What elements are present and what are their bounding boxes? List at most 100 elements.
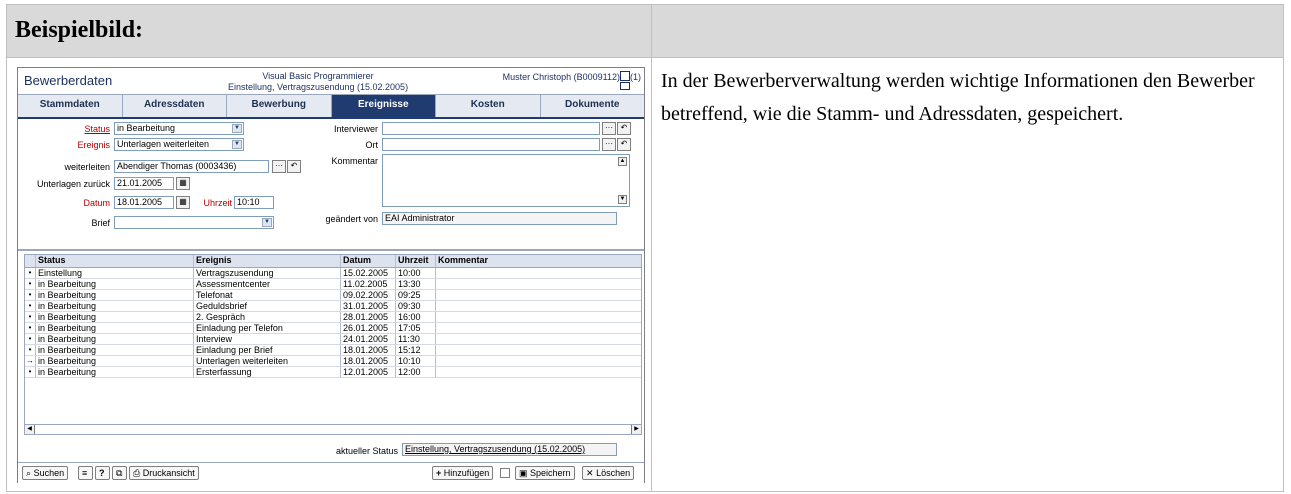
tab-adressdaten[interactable]: Adressdaten <box>123 95 227 117</box>
column-header[interactable]: Ereignis <box>194 255 341 267</box>
copy-button[interactable]: ⧉ <box>112 466 127 480</box>
ort-label: Ort <box>365 140 379 150</box>
column-header[interactable]: Datum <box>341 255 396 267</box>
table-row[interactable]: • in Bearbeitung Ersterfassung 12.01.2005 12… <box>25 367 641 378</box>
table-row[interactable]: • in Bearbeitung Einladung per Telefon 26.0… <box>25 323 641 334</box>
table-row[interactable]: • in Bearbeitung Geduldsbrief 31.01.2005 09:… <box>25 301 641 312</box>
column-divider <box>651 58 652 492</box>
tab-ereignisse[interactable]: Ereignisse <box>331 95 436 117</box>
tab-kosten[interactable]: Kosten <box>436 95 541 117</box>
x-icon: ✕ <box>586 468 594 478</box>
table-row[interactable]: • in Bearbeitung Assessmentcenter 11.02.200… <box>25 279 641 290</box>
datum-label: Datum <box>83 198 110 208</box>
horizontal-scrollbar[interactable]: ◀ ▶ <box>24 424 642 435</box>
table-row[interactable]: → in Bearbeitung Unterlagen weiterleiten 18… <box>25 356 641 367</box>
kommentar-cell <box>436 356 641 366</box>
window-icon[interactable] <box>620 82 630 90</box>
undo-icon[interactable]: ↶ <box>617 122 631 135</box>
add-button[interactable]: + Hinzufügen <box>432 466 494 480</box>
unterlagen-field[interactable]: 21.01.2005 <box>114 177 174 190</box>
app-title-bar: Bewerberdaten Visual Basic Programmierer… <box>18 68 644 95</box>
kommentar-cell <box>436 345 641 355</box>
scroll-left-icon[interactable]: ◀ <box>25 425 35 434</box>
table-row[interactable]: • in Bearbeitung 2. Gespräch 28.01.2005 16:0… <box>25 312 641 323</box>
table-row[interactable]: • in Bearbeitung Telefonat 09.02.2005 09:25 <box>25 290 641 301</box>
datum-field[interactable]: 18.01.2005 <box>114 196 174 209</box>
tab-bewerbung[interactable]: Bewerbung <box>227 95 332 117</box>
row-marker-icon: • <box>25 334 36 344</box>
chevron-down-icon[interactable]: ▼ <box>232 140 242 149</box>
plus-icon: + <box>436 468 442 478</box>
chevron-down-icon[interactable]: ▼ <box>232 124 242 133</box>
print-button[interactable]: ⎙ Druckansicht <box>129 466 199 480</box>
uhrzeit-cell: 11:30 <box>396 334 436 344</box>
app-title: Bewerberdaten <box>24 73 113 88</box>
app-subtitle-line1: Visual Basic Programmierer <box>262 71 374 81</box>
browse-button[interactable]: ··· <box>272 160 286 173</box>
search-button-label: Suchen <box>33 468 65 478</box>
column-header[interactable]: Status <box>36 255 194 267</box>
weiterleiten-field[interactable]: Abendiger Thomas (0003436) <box>114 160 269 173</box>
help-icon: ? <box>99 468 105 478</box>
unterlagen-label: Unterlagen zurück <box>36 179 110 189</box>
list-icon[interactable] <box>620 71 630 81</box>
help-button[interactable]: ? <box>95 466 110 480</box>
list-button[interactable]: ≡ <box>78 466 93 480</box>
checkbox[interactable] <box>500 468 510 478</box>
binoculars-icon: ⌕ <box>26 468 32 478</box>
tab-stammdaten[interactable]: Stammdaten <box>18 95 123 117</box>
undo-icon[interactable]: ↶ <box>617 138 631 151</box>
scroll-down-icon[interactable]: ▼ <box>618 195 627 204</box>
ereignis-label: Ereignis <box>77 140 110 150</box>
calendar-icon[interactable]: ▦ <box>176 196 190 209</box>
kommentar-cell <box>436 290 641 300</box>
ereignis-value: Unterlagen weiterleiten <box>117 139 210 149</box>
table-row[interactable]: • in Bearbeitung Einladung per Brief 18.01.… <box>25 345 641 356</box>
scroll-up-icon[interactable]: ▲ <box>618 157 627 166</box>
app-window: Bewerberdaten Visual Basic Programmierer… <box>17 67 645 483</box>
app-subtitle-line2: Einstellung, Vertragszusendung (15.02.20… <box>227 82 409 92</box>
delete-button[interactable]: ✕ Löschen <box>582 466 635 480</box>
uhrzeit-field[interactable]: 10:10 <box>234 196 274 209</box>
tab-dokumente[interactable]: Dokumente <box>541 95 645 117</box>
brief-select[interactable]: ▼ <box>114 216 274 229</box>
delete-button-label: Löschen <box>596 468 631 478</box>
row-marker-icon: • <box>25 312 36 322</box>
ereignis-cell: Einladung per Telefon <box>194 323 341 333</box>
status-cell: in Bearbeitung <box>36 356 194 366</box>
app-subtitle: Visual Basic Programmierer Einstellung, … <box>188 71 448 93</box>
ereignis-cell: Ersterfassung <box>194 367 341 377</box>
uhrzeit-cell: 13:30 <box>396 279 436 289</box>
kommentar-label: Kommentar <box>331 156 378 166</box>
browse-button[interactable]: ··· <box>602 122 616 135</box>
browse-button[interactable]: ··· <box>602 138 616 151</box>
scroll-right-icon[interactable]: ▶ <box>631 425 641 434</box>
datum-cell: 31.01.2005 <box>341 301 396 311</box>
row-marker-icon: • <box>25 290 36 300</box>
kommentar-textarea[interactable]: ▲ ▼ <box>382 154 630 207</box>
calendar-icon[interactable]: ▦ <box>176 177 190 190</box>
table-row[interactable]: • Einstellung Vertragszusendung 15.02.2005 1… <box>25 268 641 279</box>
row-marker-icon: • <box>25 367 36 377</box>
ereignis-select[interactable]: Unterlagen weiterleiten ▼ <box>114 138 244 151</box>
status-cell: Einstellung <box>36 268 194 278</box>
uhrzeit-cell: 09:25 <box>396 290 436 300</box>
save-button[interactable]: ▣ Speichern <box>515 466 575 480</box>
column-header[interactable]: Uhrzeit <box>396 255 436 267</box>
table-header-row: Status Ereignis Datum Uhrzeit Kommentar <box>25 255 641 268</box>
table-row[interactable]: • in Bearbeitung Interview 24.01.2005 11:30 <box>25 334 641 345</box>
ort-field[interactable] <box>382 138 600 151</box>
status-label[interactable]: Status <box>18 124 110 134</box>
search-button[interactable]: ⌕ Suchen <box>22 466 69 480</box>
geaendert-field: EAI Administrator <box>382 212 617 225</box>
datum-cell: 26.01.2005 <box>341 323 396 333</box>
status-select[interactable]: in Bearbeitung ▼ <box>114 122 244 135</box>
column-header[interactable]: Kommentar <box>436 255 641 267</box>
ereignis-cell: Vertragszusendung <box>194 268 341 278</box>
interviewer-field[interactable] <box>382 122 600 135</box>
events-table: Status Ereignis Datum Uhrzeit Kommentar … <box>24 254 642 428</box>
kommentar-cell <box>436 301 641 311</box>
chevron-down-icon[interactable]: ▼ <box>262 218 272 227</box>
datum-cell: 12.01.2005 <box>341 367 396 377</box>
header-title: Beispielbild: <box>15 17 144 43</box>
